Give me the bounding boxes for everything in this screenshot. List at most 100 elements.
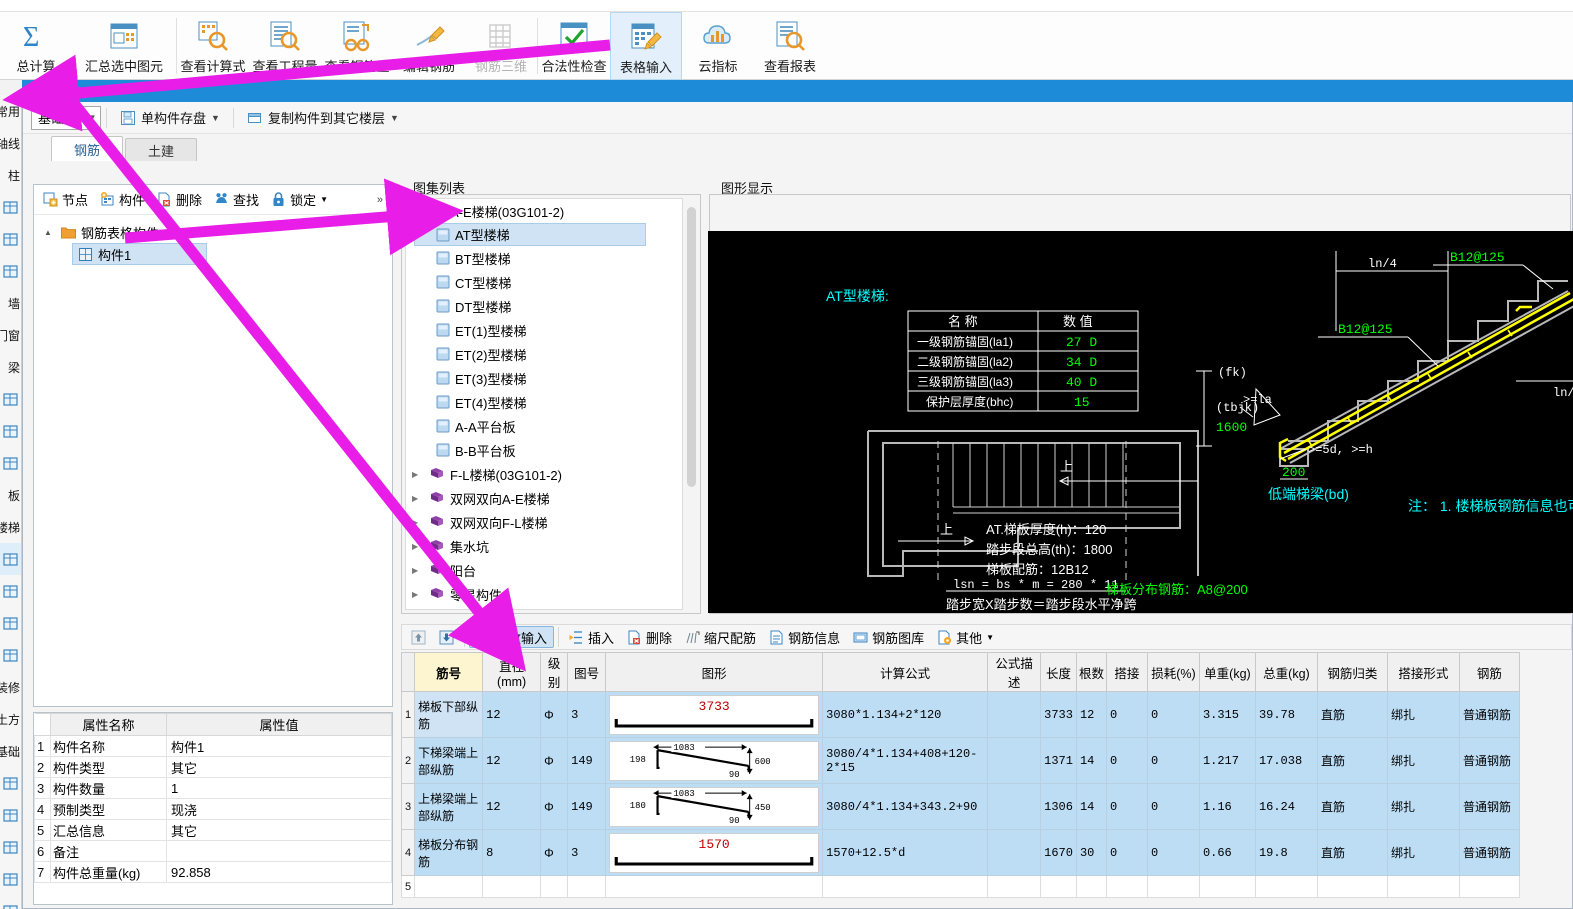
- grid-header-12[interactable]: 总重(kg): [1254, 652, 1318, 692]
- cell-total-weight[interactable]: 39.78: [1254, 691, 1318, 738]
- vbar-item-7[interactable]: 门窗: [0, 319, 21, 351]
- cell-lap-type[interactable]: 绑扎: [1386, 737, 1460, 784]
- cell-formula[interactable]: 1570+12.5*d: [822, 829, 989, 876]
- grid-header-8[interactable]: 根数: [1075, 652, 1107, 692]
- cell-lap-type[interactable]: 绑扎: [1386, 783, 1460, 830]
- cell-category[interactable]: [1316, 875, 1388, 898]
- grid-header-11[interactable]: 单重(kg): [1198, 652, 1256, 692]
- atlas-item-0[interactable]: ▲ A-E楼梯(03G101-2): [406, 199, 682, 223]
- vbar-item-24[interactable]: [0, 863, 21, 895]
- cell-drawing-no[interactable]: 3: [567, 691, 607, 738]
- atlas-item-13[interactable]: ▶ 双网双向F-L楼梯: [406, 510, 682, 534]
- property-row[interactable]: 2 构件类型 其它: [34, 756, 392, 778]
- atlas-item-5[interactable]: ET(1)型楼梯: [406, 318, 682, 342]
- grid-header-4[interactable]: 图形: [605, 652, 824, 692]
- atlas-item-10[interactable]: B-B平台板: [406, 438, 682, 462]
- ribbon-button-summary-select[interactable]: 汇总选中图元: [72, 12, 176, 80]
- cell-shape[interactable]: .d{font-size:9px;font-family:"Liberation…: [605, 783, 824, 830]
- property-row[interactable]: 5 汇总信息 其它: [34, 819, 392, 841]
- cell-count[interactable]: 30: [1075, 829, 1107, 876]
- property-value[interactable]: 1: [166, 777, 392, 799]
- grid-header-7[interactable]: 长度: [1040, 652, 1077, 692]
- atlas-scrollbar[interactable]: [687, 207, 696, 603]
- chevron-collapsed-icon[interactable]: ▶: [412, 542, 424, 551]
- table-row[interactable]: 5: [401, 875, 1520, 898]
- ribbon-button-edit-rebar[interactable]: 编辑钢筋: [393, 12, 465, 80]
- cell-length[interactable]: 3733: [1040, 691, 1077, 738]
- grid-tool-move-up[interactable]: [405, 626, 432, 648]
- atlas-item-16[interactable]: ▶ 零星构件: [406, 582, 682, 606]
- grid-tool-param-input[interactable]: a|e 参数输入: [469, 626, 555, 648]
- property-row[interactable]: 7 构件总重量(kg) 92.858: [34, 861, 392, 883]
- atlas-item-8[interactable]: ET(4)型楼梯: [406, 390, 682, 414]
- cell-diameter[interactable]: 12: [482, 737, 542, 784]
- cell-count[interactable]: 14: [1075, 783, 1107, 830]
- grid-header-9[interactable]: 搭接: [1105, 652, 1148, 692]
- chevron-down-icon[interactable]: ▼: [390, 113, 399, 123]
- cell-formula[interactable]: 3080/4*1.134+408+120-2*15: [822, 737, 989, 784]
- atlas-item-7[interactable]: ET(3)型楼梯: [406, 366, 682, 390]
- chevron-collapsed-icon[interactable]: ▶: [412, 590, 424, 599]
- ribbon-button-view-rebar[interactable]: 查看钢筋量: [321, 12, 393, 80]
- chevron-collapsed-icon[interactable]: ▶: [412, 566, 424, 575]
- grid-header-6[interactable]: 公式描述: [987, 652, 1042, 692]
- atlas-item-6[interactable]: ET(2)型楼梯: [406, 342, 682, 366]
- grid-header-1[interactable]: 直径(mm): [482, 652, 542, 692]
- ribbon-button-cloud-metrics[interactable]: 云指标: [682, 12, 754, 80]
- vbar-item-25[interactable]: [0, 895, 21, 909]
- grid-header-5[interactable]: 计算公式: [822, 652, 989, 692]
- property-value[interactable]: [166, 840, 392, 862]
- vbar-item-17[interactable]: [0, 639, 21, 671]
- cell-unit-weight[interactable]: 3.315: [1198, 691, 1256, 738]
- copy-component-button[interactable]: 复制构件到其它楼层 ▼: [239, 105, 407, 131]
- cell-rebar-type[interactable]: 普通钢筋: [1458, 783, 1520, 830]
- table-row[interactable]: 3上梯梁端上部纵筋12Φ149.d{font-size:9px;font-fam…: [401, 783, 1520, 830]
- cell-diameter[interactable]: 8: [482, 829, 542, 876]
- floor-select-combo[interactable]: 基础层 ▼: [31, 105, 101, 130]
- grid-header-3[interactable]: 图号: [567, 652, 607, 692]
- tree-tool-node-add[interactable]: 节点: [38, 188, 93, 212]
- scrollbar-thumb[interactable]: [687, 207, 696, 487]
- vbar-item-9[interactable]: [0, 383, 21, 415]
- vbar-item-2[interactable]: 柱: [0, 159, 21, 191]
- chevron-expanded-icon[interactable]: ▲: [412, 207, 424, 216]
- cell-rebar-name[interactable]: 梯板分布钢筋: [414, 829, 484, 876]
- atlas-list[interactable]: ▲ A-E楼梯(03G101-2) AT型楼梯 BT型楼梯 CT型楼梯 DT型楼梯 ET(1…: [405, 198, 683, 610]
- cell-shape[interactable]: .d{font-size:9px;font-family:"Liberation…: [605, 737, 824, 784]
- vbar-item-10[interactable]: [0, 415, 21, 447]
- atlas-item-15[interactable]: ▶ 阳台: [406, 558, 682, 582]
- cad-canvas[interactable]: .g{fill:#00ff00;font-family:"Liberation …: [708, 231, 1573, 613]
- property-value[interactable]: 92.858: [166, 861, 392, 883]
- cell-grade[interactable]: Φ: [540, 783, 569, 830]
- cell-loss[interactable]: 0: [1146, 829, 1200, 876]
- property-value[interactable]: 现浇: [166, 798, 392, 820]
- cell-drawing-no[interactable]: 149: [567, 737, 607, 784]
- table-row[interactable]: 1 梯板下部纵筋 12 Φ 3 3733 3080*1.134+2*120 3733 12 0 0 3…: [401, 691, 1520, 738]
- property-row[interactable]: 6 备注: [34, 840, 392, 862]
- cell-count[interactable]: [1075, 875, 1107, 898]
- cell-diameter[interactable]: 12: [482, 783, 542, 830]
- atlas-item-2[interactable]: BT型楼梯: [406, 246, 682, 270]
- cell-formula[interactable]: 3080/4*1.134+343.2+90: [822, 783, 989, 830]
- cell-formula-desc[interactable]: [987, 875, 1042, 898]
- cell-rebar-type[interactable]: 普通钢筋: [1458, 829, 1520, 876]
- left-vertical-toolbar[interactable]: 常用轴线柱墙门窗梁板楼梯装修土方基础: [0, 95, 22, 909]
- ribbon-button-view-quantity[interactable]: 查看工程量: [249, 12, 321, 80]
- grid-header-14[interactable]: 搭接形式: [1386, 652, 1460, 692]
- cell-length[interactable]: 1670: [1040, 829, 1077, 876]
- cell-loss[interactable]: 0: [1146, 691, 1200, 738]
- vbar-item-16[interactable]: [0, 607, 21, 639]
- ribbon-button-table-input[interactable]: 表格输入: [610, 12, 682, 80]
- ribbon-button-view-formula[interactable]: 查看计算式: [177, 12, 249, 80]
- cell-grade[interactable]: Φ: [540, 737, 569, 784]
- cell-count[interactable]: 12: [1075, 691, 1107, 738]
- grid-tool-insert[interactable]: 插入: [563, 626, 620, 648]
- chevron-down-icon[interactable]: ▼: [986, 633, 994, 642]
- cell-lap[interactable]: 0: [1105, 783, 1148, 830]
- tree-tool-component-add[interactable]: 构件: [95, 188, 150, 212]
- cell-drawing-no[interactable]: [567, 875, 607, 898]
- tree-tool-find[interactable]: 查找: [209, 188, 264, 212]
- atlas-item-9[interactable]: A-A平台板: [406, 414, 682, 438]
- vbar-item-19[interactable]: 土方: [0, 703, 21, 735]
- cell-drawing-no[interactable]: 3: [567, 829, 607, 876]
